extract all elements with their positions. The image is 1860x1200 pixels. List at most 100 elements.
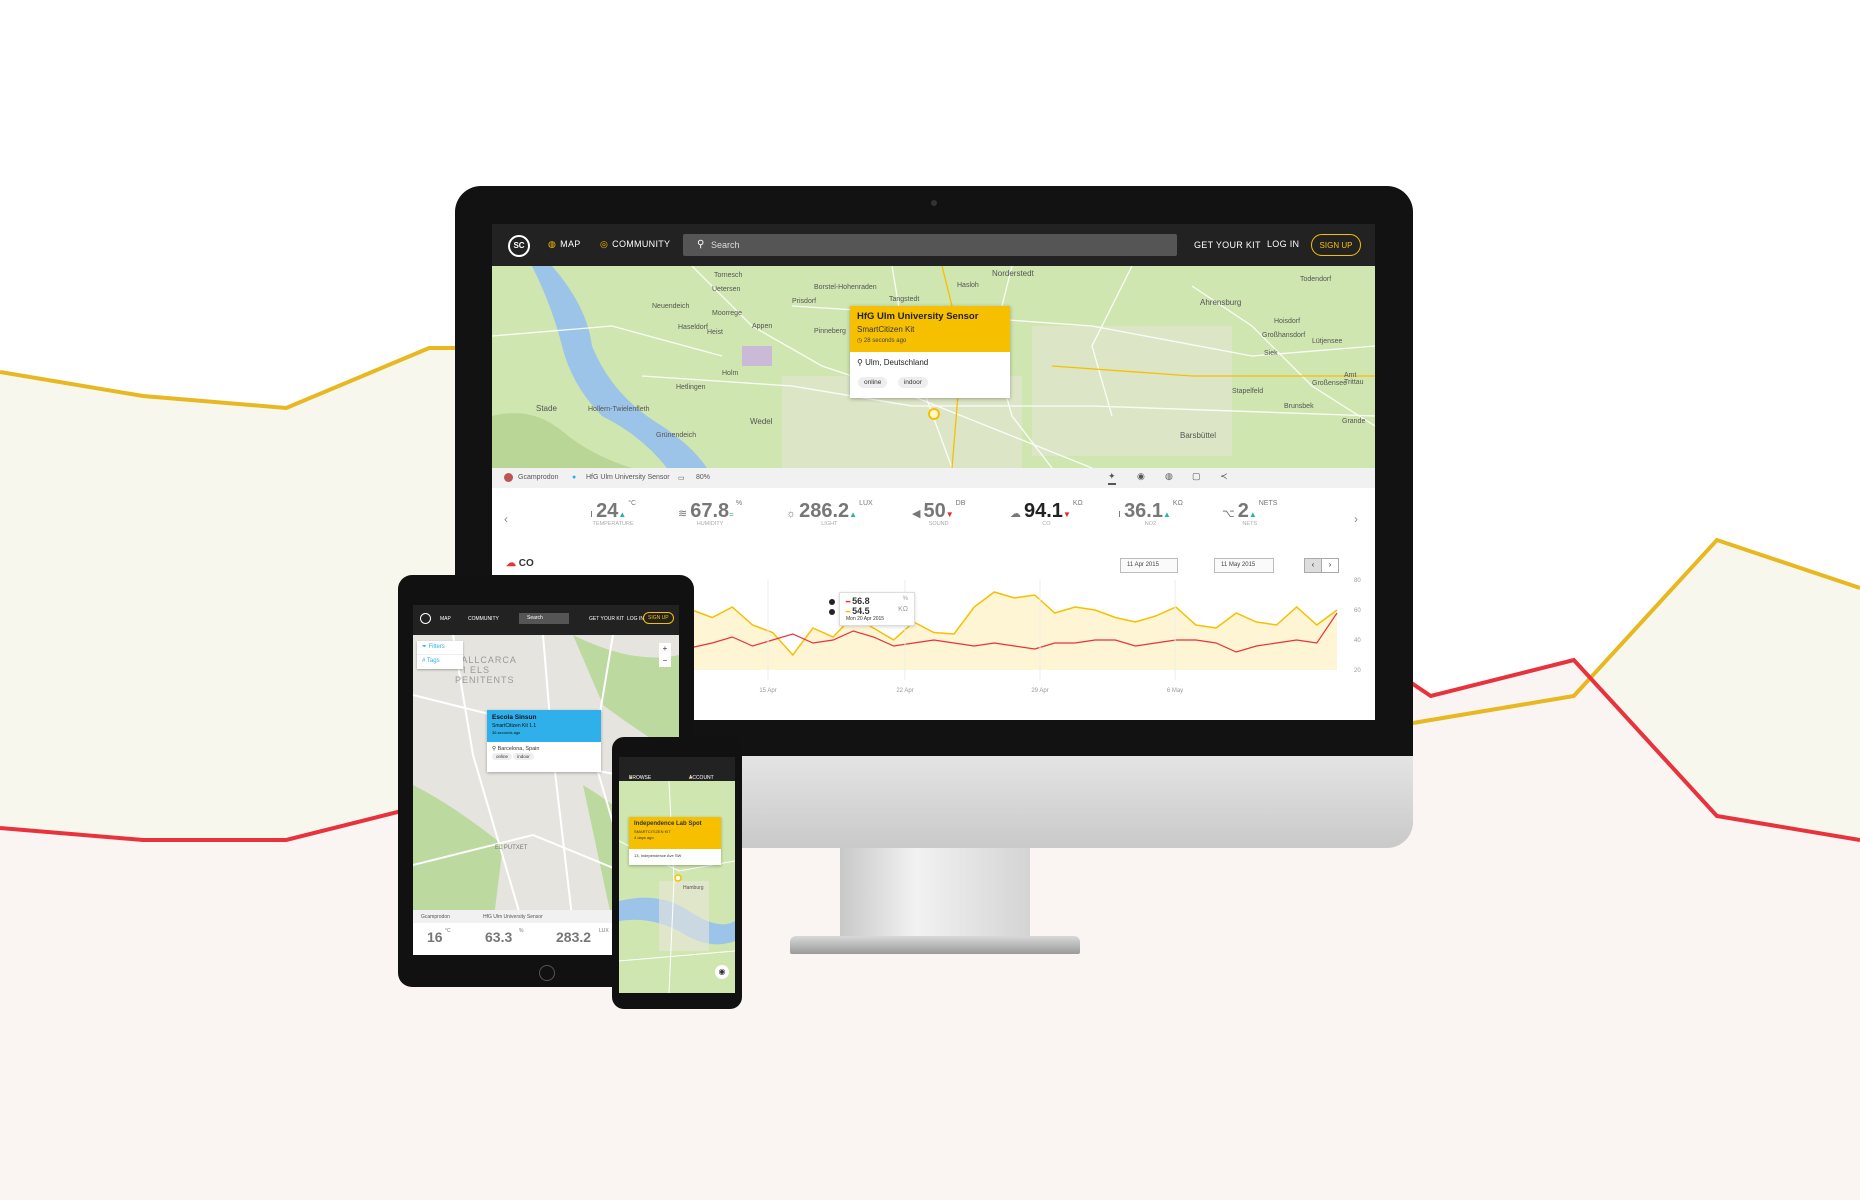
- sensor-sound[interactable]: ◀ 50▼DB SOUND: [912, 500, 965, 544]
- globe-icon: ◍: [548, 239, 557, 249]
- tablet-search-input[interactable]: Search: [519, 613, 569, 624]
- tablet-nav-map[interactable]: MAP: [440, 616, 451, 622]
- phone-map[interactable]: [619, 781, 735, 993]
- map-label: Siek: [1264, 350, 1278, 357]
- trend-equal-icon: =: [729, 510, 734, 519]
- map-label: Amt Trittau: [1344, 372, 1364, 386]
- sensor-carousel: ‹ › ı 24▲°C TEMPERATURE ≋ 67.8=% HUMIDITY ☼ 286…: [492, 488, 1375, 549]
- avatar[interactable]: [504, 473, 513, 482]
- tablet-kit-popup[interactable]: Escola Sinsun SmartCitizen Kit 1.1 36 se…: [487, 710, 601, 772]
- map-label: Prisdorf: [792, 298, 817, 305]
- phone-kit-popup-header: Independence Lab Spot SMARTCITIZEN KIT 4…: [629, 817, 721, 849]
- search-input[interactable]: ⚲ Search: [683, 234, 1177, 256]
- next-sensor-arrow[interactable]: ›: [1354, 512, 1358, 526]
- tablet-signup-button[interactable]: SIGN UP: [643, 612, 674, 624]
- tag-chip[interactable]: online: [492, 753, 513, 760]
- kit-status-icon: ●: [572, 474, 577, 481]
- get-kit-link[interactable]: GET YOUR KIT: [1194, 240, 1261, 250]
- phone-kit-popup[interactable]: Independence Lab Spot SMARTCITIZEN KIT 4…: [629, 817, 721, 865]
- phone-map-label: Hamburg: [683, 885, 704, 891]
- tablet-get-kit[interactable]: GET YOUR KIT: [589, 616, 624, 622]
- tags-button[interactable]: # Tags: [417, 655, 463, 667]
- tooltip-unit-2: KΩ: [898, 606, 908, 613]
- cloud-icon: ☁: [1010, 508, 1021, 520]
- tablet-kit-popup-location-label: Barcelona, Spain: [497, 746, 540, 752]
- tablet-home-button[interactable]: [539, 965, 555, 981]
- sensor-unit: NETS: [1258, 500, 1278, 507]
- tooltip-date: Mon 20 Apr 2015: [846, 616, 885, 622]
- sound-icon: ◀: [912, 508, 921, 520]
- login-link[interactable]: LOG IN: [1267, 239, 1299, 249]
- sensor-no2[interactable]: ı 36.1▲KΩ NO2: [1118, 500, 1183, 544]
- tab-sensors-icon[interactable]: ✦: [1108, 471, 1116, 485]
- map-label: Norderstedt: [992, 269, 1034, 278]
- kit-popup-location-label: Ulm, Deutschland: [865, 358, 929, 367]
- kit-owner-name[interactable]: Gcamprodon: [518, 474, 558, 481]
- monitor-camera: [931, 200, 937, 206]
- tag-chip[interactable]: indoor: [897, 377, 928, 388]
- map-label: Barsbüttel: [1180, 431, 1217, 440]
- y-tick-label: 60: [1354, 608, 1361, 614]
- sensor-co[interactable]: ☁ 94.1▼KΩ CO: [1010, 500, 1083, 544]
- map-label: Holm: [722, 370, 739, 377]
- x-tick-label: 22 Apr: [896, 688, 913, 694]
- tooltip-row-humidity: ━ 56.8 %: [846, 596, 908, 606]
- humidity-icon: ≋: [678, 508, 688, 520]
- tablet-sensor-unit: %: [519, 928, 524, 934]
- map-label: Stapelfeld: [1232, 388, 1264, 395]
- signup-button[interactable]: SIGN UP: [1311, 234, 1361, 256]
- tab-user-icon[interactable]: ◍: [1165, 471, 1173, 482]
- tag-chip[interactable]: indoor: [513, 753, 534, 760]
- share-icon[interactable]: ≺: [1220, 471, 1228, 482]
- sensor-light[interactable]: ☼ 286.2▲LUX LIGHT: [786, 500, 873, 544]
- map-label: Tornesch: [714, 272, 743, 279]
- tab-comments-icon[interactable]: ▢: [1192, 471, 1201, 482]
- zoom-control[interactable]: + −: [659, 643, 671, 667]
- tablet-nav-community[interactable]: COMMUNITY: [468, 616, 499, 622]
- map-label: Neuendeich: [652, 303, 690, 310]
- sensor-temperature[interactable]: ı 24▲°C TEMPERATURE: [590, 500, 636, 544]
- sensor-nets[interactable]: ⌥ 2▲NETS NETS: [1222, 500, 1277, 544]
- map-label: Lütjensee: [1312, 338, 1343, 345]
- tooltip-unit-1: %: [902, 596, 908, 602]
- date-to-label: 11 May 2015: [1221, 562, 1256, 568]
- map-label: Heist: [707, 329, 723, 336]
- sensor-unit: KΩ: [1172, 500, 1183, 507]
- sensor-unit: LUX: [859, 500, 873, 507]
- tablet-login[interactable]: LOG IN: [627, 616, 644, 622]
- tablet-map-label: I ELS: [463, 665, 491, 675]
- y-tick-label: 40: [1354, 638, 1361, 644]
- locate-me-button[interactable]: ◉: [715, 965, 729, 979]
- kit-popup[interactable]: HfG Ulm University Sensor SmartCitizen K…: [850, 306, 1010, 398]
- wifi-icon: ⌥: [1222, 508, 1235, 520]
- tablet-filter-panel: ⏷ Filters # Tags: [417, 641, 463, 669]
- tags-label: Tags: [426, 658, 440, 664]
- prev-sensor-arrow[interactable]: ‹: [504, 512, 508, 526]
- tablet-kit-name: HfG Ulm University Sensor: [483, 914, 543, 920]
- chart-hover-point: [829, 599, 835, 605]
- tooltip-value-1: 56.8: [852, 596, 870, 606]
- map-view[interactable]: Tornesch Norderstedt Todendorf Uetersen …: [492, 266, 1375, 468]
- tablet-kit-popup-kit: SmartCitizen Kit 1.1: [492, 723, 537, 729]
- community-icon: ◎: [600, 239, 609, 249]
- logo[interactable]: [420, 613, 431, 624]
- trend-down-icon: ▼: [1062, 510, 1071, 519]
- filters-button[interactable]: ⏷ Filters: [417, 641, 463, 655]
- search-placeholder: Search: [711, 240, 740, 250]
- map-label: Hoisdorf: [1274, 318, 1301, 325]
- nav-map[interactable]: ◍ MAP: [548, 239, 581, 250]
- logo[interactable]: SC: [508, 235, 530, 257]
- tag-chip[interactable]: online: [858, 377, 888, 388]
- map-label: Großhansdorf: [1262, 332, 1306, 339]
- tab-settings-icon[interactable]: ◉: [1137, 471, 1145, 482]
- filters-label: Filters: [428, 644, 445, 650]
- tablet-kit-owner[interactable]: Gcamprodon: [421, 914, 450, 920]
- map-marker[interactable]: [928, 408, 940, 420]
- clock-icon: ◷: [857, 338, 864, 344]
- sensor-humidity[interactable]: ≋ 67.8=% HUMIDITY: [678, 500, 742, 544]
- map-label: Großensee: [1312, 380, 1348, 387]
- sensor-unit: °C: [628, 500, 637, 507]
- nav-community[interactable]: ◎ COMMUNITY: [600, 239, 670, 250]
- date-from-label: 11 Apr 2015: [1127, 562, 1159, 568]
- map-label: Hetlingen: [676, 384, 706, 391]
